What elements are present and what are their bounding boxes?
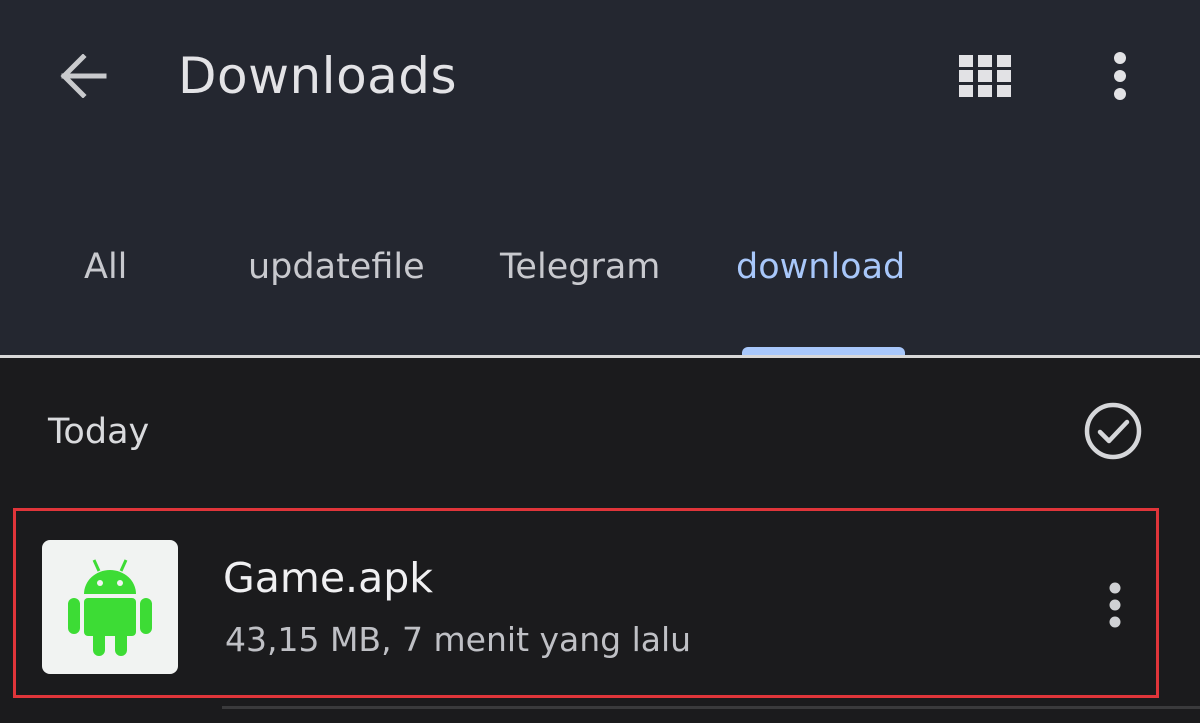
tab-telegram[interactable]: Telegram (500, 238, 660, 296)
select-all-button[interactable] (1080, 398, 1146, 464)
arrow-left-icon (60, 54, 107, 98)
more-options-button[interactable] (1092, 44, 1148, 108)
tab-updatefile[interactable]: updatefile (248, 238, 425, 296)
more-vert-icon (1114, 52, 1126, 100)
tab-download[interactable]: download (736, 238, 905, 296)
android-icon (68, 559, 152, 656)
divider (222, 706, 1200, 709)
grid-view-button[interactable] (950, 48, 1020, 104)
downloads-screen: Downloads All updatefile Telegram downlo… (0, 0, 1200, 723)
more-vert-icon (1109, 582, 1121, 628)
grid-view-icon (959, 55, 1011, 97)
file-details: 43,15 MB, 7 menit yang lalu (225, 620, 692, 659)
check-circle-icon (1084, 402, 1142, 460)
tab-all[interactable]: All (84, 238, 127, 296)
back-button[interactable] (50, 48, 114, 104)
page-title: Downloads (178, 47, 458, 105)
file-list-item[interactable]: Game.apk 43,15 MB, 7 menit yang lalu (13, 508, 1159, 698)
file-thumbnail (42, 540, 178, 674)
divider (0, 355, 1200, 358)
file-name: Game.apk (223, 554, 433, 602)
section-header-today: Today (48, 412, 150, 452)
file-more-options-button[interactable] (1092, 575, 1138, 635)
app-bar: Downloads All updatefile Telegram downlo… (0, 0, 1200, 356)
